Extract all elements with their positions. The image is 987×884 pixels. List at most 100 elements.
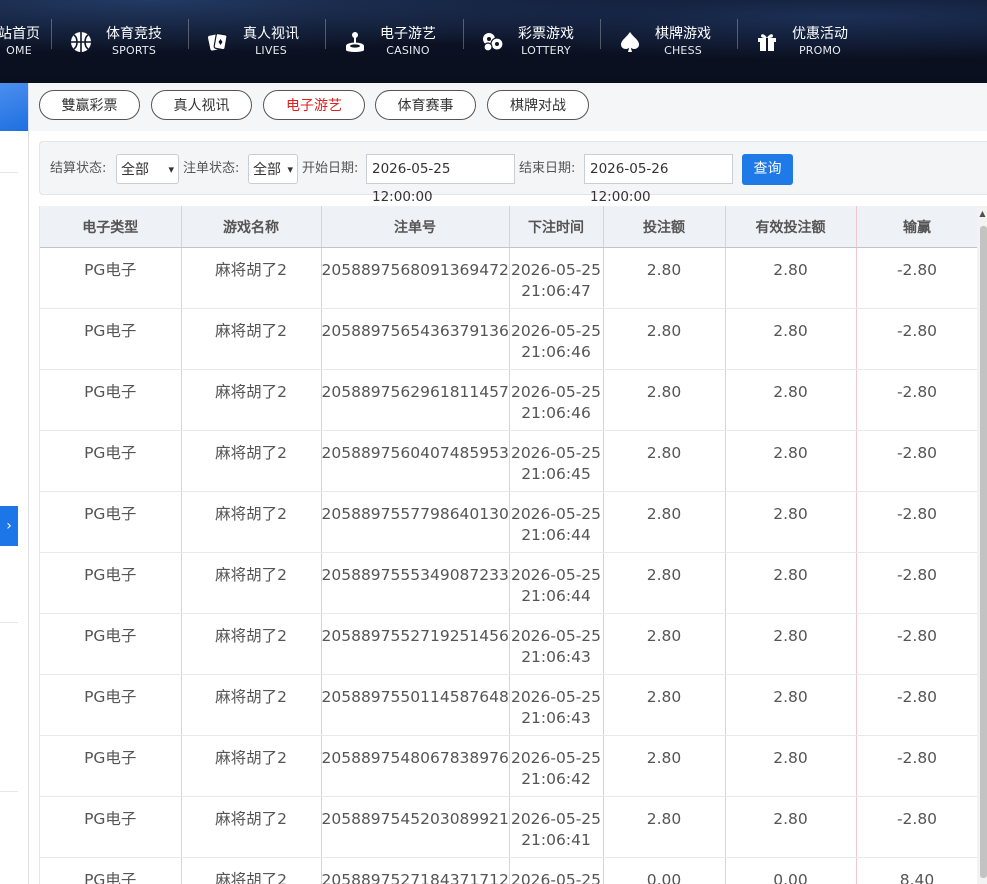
table-cell: 2.80 [725,308,857,370]
nav-casino-label: 电子游艺 [380,26,436,42]
table-cell: 2.80 [725,552,857,614]
scrollbar-thumb[interactable] [980,226,987,878]
settle-status-select[interactable]: 全部 ▾ [116,154,179,184]
scroll-up-icon[interactable]: ▲ [978,208,987,220]
nav-lives-label: 真人视讯 [243,26,299,42]
nav-lives[interactable]: 真人视讯 LIVES [205,0,299,83]
table-cell: -2.80 [856,674,978,736]
table-cell: PG电子 [40,308,182,370]
table-cell: 2.80 [603,430,726,492]
query-button[interactable]: 查询 [742,154,793,185]
column-header: 投注额 [603,206,726,248]
sidebar-expand-button[interactable]: › [0,506,18,546]
column-header: 注单号 [321,206,510,248]
table-cell: PG电子 [40,247,182,309]
table-cell: -2.80 [856,735,978,797]
table-cell: 2.80 [725,613,857,675]
settle-status-value: 全部 [121,162,149,178]
table-cell: PG电子 [40,735,182,797]
table-cell: 麻将胡了2 [181,308,322,370]
table-cell: 2.80 [603,247,726,309]
table-cell: PG电子 [40,491,182,553]
tab-casino[interactable]: 电子游艺 [263,90,365,120]
sidebar-divider [0,172,18,173]
table-cell: PG电子 [40,613,182,675]
nav-lives-en-label: LIVES [255,44,287,57]
table-row: PG电子 麻将胡了2 2058897552719251456 2026-05-25 2… [40,613,978,675]
nav-promo-label: 优惠活动 [792,26,848,42]
nav-chess-label: 棋牌游戏 [655,26,711,42]
table-cell: -2.80 [856,552,978,614]
category-tabs: 雙赢彩票 真人视讯 电子游艺 体育赛事 棋牌对战 [29,83,987,131]
table-row: PG电子 麻将胡了2 2058897557798640130 2026-05-25 2… [40,491,978,553]
end-date-input[interactable]: 2026-05-26 12:00:00 [584,154,733,205]
nav-lottery[interactable]: 彩票游戏 LOTTERY [480,0,574,83]
table-cell: 2058897555349087233 [321,552,510,614]
nav-lottery-label: 彩票游戏 [518,26,574,42]
table-cell: PG电子 [40,552,182,614]
nav-casino-en-label: CASINO [386,44,430,57]
nav-divider [325,19,326,49]
start-date-input[interactable]: 2026-05-25 12:00:00 [366,154,515,205]
column-header: 有效投注额 [725,206,857,248]
panel-divider [28,83,29,884]
table-row: PG电子 麻将胡了2 2058897560407485953 2026-05-25 2… [40,430,978,492]
table-cell: 麻将胡了2 [181,796,322,858]
table-cell: -2.80 [856,491,978,553]
table-cell: PG电子 [40,430,182,492]
table-cell: 2.80 [603,796,726,858]
nav-chess[interactable]: 棋牌游戏 CHESS [617,0,711,83]
nav-sports[interactable]: 体育竞技 SPORTS [68,0,162,83]
table-cell: 2.80 [603,491,726,553]
nav-sports-label: 体育竞技 [106,26,162,42]
lottery-balls-icon [480,29,506,55]
sidebar-divider [0,622,18,623]
table-cell: 2026-05-25 21:06:44 [509,552,604,614]
tab-chess[interactable]: 棋牌对战 [487,90,589,120]
sidebar-divider [0,791,18,792]
table-cell: 2026-05-25 21:06:43 [509,674,604,736]
bet-records-table: 电子类型 游戏名称 注单号 下注时间 投注额 有效投注额 输赢 PG电子 麻将胡了… [39,206,978,884]
table-cell: 2026-05-25 21:06:46 [509,308,604,370]
end-date-label: 结束日期: [519,161,576,176]
table-cell: 麻将胡了2 [181,735,322,797]
nav-home[interactable]: 站首页 OME [0,0,40,83]
tab-lottery[interactable]: 雙赢彩票 [39,90,140,120]
chevron-right-icon: › [6,518,12,534]
chevron-down-icon: ▾ [287,163,293,176]
table-cell: 2.80 [725,491,857,553]
nav-divider [737,19,738,49]
bet-status-select[interactable]: 全部 ▾ [248,154,298,184]
spade-icon [617,29,643,55]
table-cell: 2026-05-25 [509,857,604,884]
table-cell: 2058897565436379136 [321,308,510,370]
table-cell: 2.80 [603,613,726,675]
table-row: PG电子 麻将胡了2 2058897555349087233 2026-05-25 2… [40,552,978,614]
table-row: PG电子 麻将胡了2 2058897527184371712 2026-05-25 0.… [40,857,978,884]
table-cell: 麻将胡了2 [181,613,322,675]
chevron-down-icon: ▾ [168,163,174,176]
nav-promo[interactable]: 优惠活动 PROMO [754,0,848,83]
tab-live[interactable]: 真人视讯 [151,90,252,120]
nav-casino[interactable]: 电子游艺 CASINO [342,0,436,83]
table-cell: 2.80 [603,308,726,370]
table-cell: -2.80 [856,308,978,370]
nav-lottery-en-label: LOTTERY [521,44,571,57]
column-header: 游戏名称 [181,206,322,248]
table-row: PG电子 麻将胡了2 2058897545203089921 2026-05-25 2… [40,796,978,858]
top-nav: 站首页 OME 体育竞技 SPORTS 真人视讯 LIVES 电子游艺 CASI… [0,0,987,83]
table-cell: 2058897568091369472 [321,247,510,309]
table-cell: 麻将胡了2 [181,491,322,553]
bet-status-value: 全部 [253,162,281,178]
table-cell: -2.80 [856,613,978,675]
table-row: PG电子 麻将胡了2 2058897562961811457 2026-05-25 2… [40,369,978,431]
table-cell: 2026-05-25 21:06:46 [509,369,604,431]
tab-sports[interactable]: 体育赛事 [375,90,476,120]
table-cell: -2.80 [856,796,978,858]
table-header-row: 电子类型 游戏名称 注单号 下注时间 投注额 有效投注额 输赢 [40,206,978,248]
table-cell: 2026-05-25 21:06:41 [509,796,604,858]
table-cell: 8.40 [856,857,978,884]
column-header: 电子类型 [40,206,182,248]
table-cell: 2.80 [603,735,726,797]
table-row: PG电子 麻将胡了2 2058897568091369472 2026-05-25 2… [40,247,978,309]
